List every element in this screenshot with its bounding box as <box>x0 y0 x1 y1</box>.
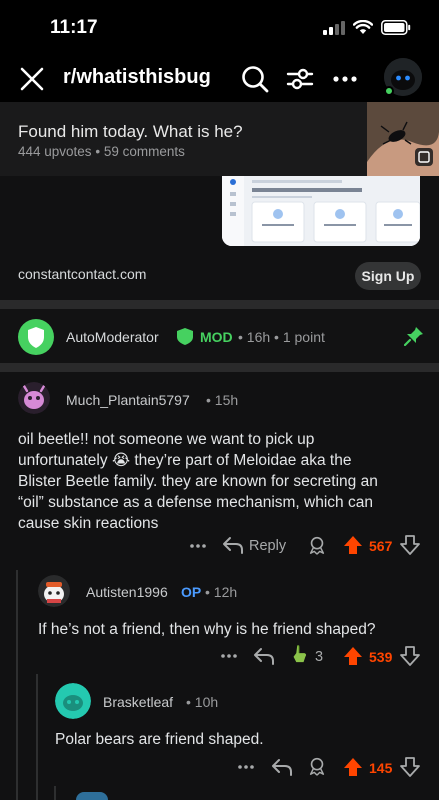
more-dots-icon <box>333 76 357 82</box>
thread-line[interactable] <box>16 570 18 800</box>
comment-line: unfortunately 😭 they’re part of Meloidae… <box>18 452 352 469</box>
post-summary[interactable]: Found him today. What is he? 444 upvotes… <box>0 102 439 176</box>
online-status-dot <box>384 86 394 96</box>
comment-age-value: 15h <box>214 392 239 408</box>
ad-screenshot-graphic <box>222 176 420 246</box>
close-button[interactable] <box>17 64 47 94</box>
separator-dot: • <box>186 694 191 710</box>
comment-thread: Much_Plantain5797 • 15h oil beetle!! not… <box>0 372 439 800</box>
comment-more-icon[interactable] <box>188 536 208 556</box>
ad-domain[interactable]: constantcontact.com <box>18 266 146 282</box>
separator-dot: • <box>274 329 279 345</box>
separator-dot: • <box>238 329 243 345</box>
subreddit-header: r/whatisthisbug <box>0 56 439 102</box>
commenter-avatar[interactable] <box>76 792 108 800</box>
downvote-icon[interactable] <box>400 757 420 777</box>
separator-dot: • <box>205 584 210 600</box>
comment-line: oil beetle!! not someone we want to pick… <box>18 431 315 448</box>
search-button[interactable] <box>240 64 270 94</box>
pin-icon <box>404 327 423 346</box>
post-thumbnail[interactable] <box>367 102 439 176</box>
upvote-icon[interactable] <box>343 646 363 666</box>
automod-meta: • 16h • 1 point <box>238 329 325 345</box>
award-icon[interactable] <box>306 535 328 555</box>
commenter-avatar[interactable] <box>38 575 70 607</box>
shield-icon <box>28 327 44 348</box>
award-count: 3 <box>315 649 324 665</box>
comment-line: “oil” substance as a defense mechanism, … <box>18 494 373 511</box>
comment-age: • 10h <box>186 694 218 710</box>
comment-username[interactable]: Much_Plantain5797 <box>66 392 190 408</box>
reply-icon[interactable] <box>222 535 244 555</box>
sign-up-button[interactable]: Sign Up <box>355 262 421 290</box>
automod-avatar <box>18 319 54 355</box>
beetle-photo-icon <box>367 102 439 176</box>
teal-snoo-avatar-icon <box>55 683 91 719</box>
status-icons <box>323 20 411 35</box>
filter-sliders-icon <box>286 68 314 90</box>
commenter-avatar[interactable] <box>55 683 91 719</box>
comment-body: oil beetle!! not someone we want to pick… <box>18 429 428 534</box>
comment-age: • 12h <box>205 584 237 600</box>
upvote-icon[interactable] <box>343 757 363 777</box>
comment-username[interactable]: Brasketleaf <box>103 694 173 710</box>
downvote-icon[interactable] <box>400 646 420 666</box>
promoted-ad[interactable]: constantcontact.com Sign Up <box>0 176 439 300</box>
reply-icon[interactable] <box>271 757 293 777</box>
comment-body: If he’s not a friend, then why is he fri… <box>38 621 376 638</box>
vote-count: 567 <box>369 538 393 554</box>
automod-username[interactable]: AutoModerator <box>66 329 159 345</box>
mod-badge-label: MOD <box>200 329 233 345</box>
comment-count: 59 comments <box>103 144 185 159</box>
comment-age-value: 12h <box>213 584 238 600</box>
status-bar: 11:17 <box>0 0 439 56</box>
automoderator-comment[interactable]: AutoModerator MOD • 16h • 1 point <box>0 309 439 363</box>
wifi-icon <box>353 20 373 34</box>
meta-separator: • <box>95 144 101 159</box>
battery-icon <box>381 20 411 35</box>
comment-age-value: 10h <box>194 694 219 710</box>
section-divider <box>0 300 439 309</box>
separator-dot: • <box>206 392 211 408</box>
commenter-avatar[interactable] <box>18 382 50 414</box>
section-divider <box>0 363 439 372</box>
more-options-button[interactable] <box>330 64 360 94</box>
comment-more-icon[interactable] <box>219 646 239 666</box>
comment-line: cause skin reactions <box>18 515 159 532</box>
mod-shield-icon <box>177 328 193 345</box>
cellular-signal-icon <box>323 20 345 35</box>
filter-button[interactable] <box>285 64 315 94</box>
comment-more-icon[interactable] <box>236 757 256 777</box>
reply-button[interactable]: Reply <box>249 538 286 554</box>
thread-line[interactable] <box>36 674 38 800</box>
snoo-avatar-icon <box>38 575 70 607</box>
status-time: 11:17 <box>50 17 98 38</box>
close-icon <box>20 67 44 91</box>
pointing-finger-award-icon[interactable] <box>288 644 310 664</box>
upvote-count: 444 upvotes <box>18 144 92 159</box>
downvote-icon[interactable] <box>400 535 420 555</box>
comment-age: • 15h <box>206 392 238 408</box>
op-badge: OP <box>181 584 202 600</box>
automod-age: 16h <box>246 329 271 345</box>
reply-icon[interactable] <box>253 646 275 666</box>
vote-count: 539 <box>369 649 393 665</box>
comment-line: Blister Beetle family. they are known fo… <box>18 473 378 490</box>
award-icon[interactable] <box>306 756 328 776</box>
thread-line[interactable] <box>54 786 56 800</box>
pink-snoo-avatar-icon <box>18 382 50 414</box>
post-stats: 444 upvotes • 59 comments <box>18 144 185 159</box>
comment-username[interactable]: Autisten1996 <box>86 584 168 600</box>
automod-points: 1 point <box>282 329 325 345</box>
search-icon <box>242 66 269 93</box>
ad-image[interactable] <box>222 176 420 246</box>
subreddit-name[interactable]: r/whatisthisbug <box>63 66 211 89</box>
vote-count: 145 <box>369 760 393 776</box>
post-title: Found him today. What is he? <box>18 122 243 141</box>
comment-body: Polar bears are friend shaped. <box>55 731 264 748</box>
upvote-icon[interactable] <box>343 535 363 555</box>
